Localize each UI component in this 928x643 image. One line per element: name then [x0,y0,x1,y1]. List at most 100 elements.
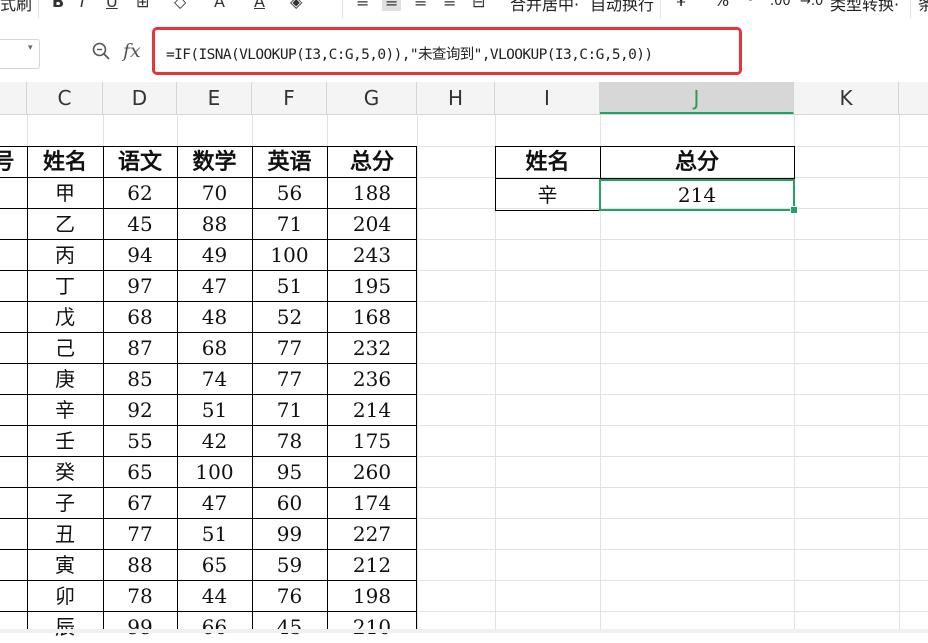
table-cell[interactable]: 戊 [27,301,103,332]
table-cell[interactable]: 99 [103,611,177,642]
conditional-format-button[interactable]: 条 [918,0,928,15]
table-cell[interactable]: 65 [103,456,177,487]
table-cell[interactable]: 60 [252,487,327,518]
column-header-i[interactable]: I [495,82,600,114]
table-cell[interactable]: 77 [252,363,327,394]
merge-icon[interactable]: ⊟ [472,0,485,11]
formula-input[interactable]: =IF(ISNA(VLOOKUP(I3,C:G,5,0)),"未查询到",VLO… [166,43,653,64]
align-left-icon[interactable]: ≡ [356,0,369,11]
table-cell[interactable]: 乙 [27,208,103,239]
percent-button[interactable]: % [714,0,729,10]
table-cell[interactable]: 100 [177,456,252,487]
table-cell[interactable]: 癸 [27,456,103,487]
table-cell[interactable] [0,332,27,363]
column-header-d[interactable]: D [103,82,177,114]
thousands-button[interactable]: ⁹ [748,0,754,10]
table-cell[interactable] [0,518,27,549]
table-cell[interactable]: 51 [177,394,252,425]
italic-icon[interactable]: I [80,0,85,11]
table-header-cell[interactable]: 语文 [103,146,177,177]
table-cell[interactable]: 丁 [27,270,103,301]
column-header-g[interactable]: G [327,82,417,114]
table-cell[interactable]: 子 [27,487,103,518]
decrease-decimal-button[interactable]: →.0 [800,0,823,9]
table-cell[interactable]: 49 [177,239,252,270]
table-cell[interactable]: 74 [177,363,252,394]
table-cell[interactable]: 47 [177,487,252,518]
table-cell[interactable]: 66 [177,611,252,642]
table-cell[interactable]: 52 [252,301,327,332]
table-cell[interactable]: 198 [327,580,417,611]
table-cell[interactable]: 76 [252,580,327,611]
table-cell[interactable]: 77 [252,332,327,363]
type-convert-button[interactable]: 类型转换· [830,0,899,15]
underline-icon[interactable]: U [106,0,118,11]
table-cell[interactable]: 65 [177,549,252,580]
table-cell[interactable] [0,580,27,611]
table-cell[interactable]: 己 [27,332,103,363]
table-cell[interactable] [0,487,27,518]
table-cell[interactable]: 168 [327,301,417,332]
table-cell[interactable]: 71 [252,208,327,239]
table-cell[interactable]: 78 [252,425,327,456]
align-right-icon[interactable]: ≡ [414,0,427,11]
table-cell[interactable]: 71 [252,394,327,425]
table-cell[interactable]: 丙 [27,239,103,270]
table-cell[interactable]: 59 [252,549,327,580]
table-cell[interactable]: 70 [177,177,252,208]
table-cell[interactable]: 56 [252,177,327,208]
table-cell[interactable]: 88 [103,549,177,580]
table-cell[interactable]: 100 [252,239,327,270]
table-cell[interactable]: 67 [103,487,177,518]
table-cell[interactable]: 51 [252,270,327,301]
table-cell[interactable] [0,611,27,642]
table-cell[interactable] [0,394,27,425]
column-header-k[interactable]: K [794,82,899,114]
column-header-e[interactable]: E [177,82,252,114]
table-cell[interactable] [0,549,27,580]
lookup-total-header[interactable]: 总分 [600,146,794,178]
table-cell[interactable] [0,456,27,487]
table-header-cell[interactable]: 数学 [177,146,252,177]
bold-icon[interactable]: B [52,0,64,11]
table-cell[interactable]: 78 [103,580,177,611]
font-color-icon[interactable]: A [214,0,225,11]
table-header-cell[interactable]: 英语 [252,146,327,177]
table-cell[interactable]: 243 [327,239,417,270]
name-box[interactable] [0,39,40,69]
table-cell[interactable] [0,425,27,456]
table-cell[interactable]: 174 [327,487,417,518]
table-cell[interactable]: 210 [327,611,417,642]
table-cell[interactable]: 97 [103,270,177,301]
justify-icon[interactable]: ≡ [443,0,456,11]
chevron-down-icon[interactable]: ▾ [28,43,33,53]
merge-center-button[interactable]: 合并居中· [510,0,579,15]
table-cell[interactable]: 214 [327,394,417,425]
table-cell[interactable]: 195 [327,270,417,301]
table-cell[interactable] [0,177,27,208]
table-cell[interactable]: 寅 [27,549,103,580]
column-header-h[interactable]: H [417,82,495,114]
table-cell[interactable]: 260 [327,456,417,487]
table-cell[interactable]: 88 [177,208,252,239]
column-header-b[interactable] [0,82,27,114]
table-cell[interactable]: 236 [327,363,417,394]
table-cell[interactable]: 45 [252,611,327,642]
table-cell[interactable] [0,363,27,394]
table-cell[interactable]: 壬 [27,425,103,456]
function-icon[interactable]: fx [123,40,141,62]
table-cell[interactable]: 庚 [27,363,103,394]
fill-handle[interactable] [790,206,798,214]
border-icon[interactable]: ⊞ [136,0,149,11]
table-cell[interactable]: 87 [103,332,177,363]
column-header-j[interactable]: J [600,82,794,114]
table-cell[interactable]: 212 [327,549,417,580]
table-header-cell[interactable]: 号 [0,146,27,177]
table-cell[interactable]: 55 [103,425,177,456]
table-cell[interactable]: 99 [252,518,327,549]
format-painter-label[interactable]: 式刷 [0,0,32,15]
table-cell[interactable]: 42 [177,425,252,456]
table-header-cell[interactable]: 姓名 [27,146,103,177]
table-cell[interactable] [0,239,27,270]
lookup-name-cell[interactable]: 辛 [495,179,600,211]
